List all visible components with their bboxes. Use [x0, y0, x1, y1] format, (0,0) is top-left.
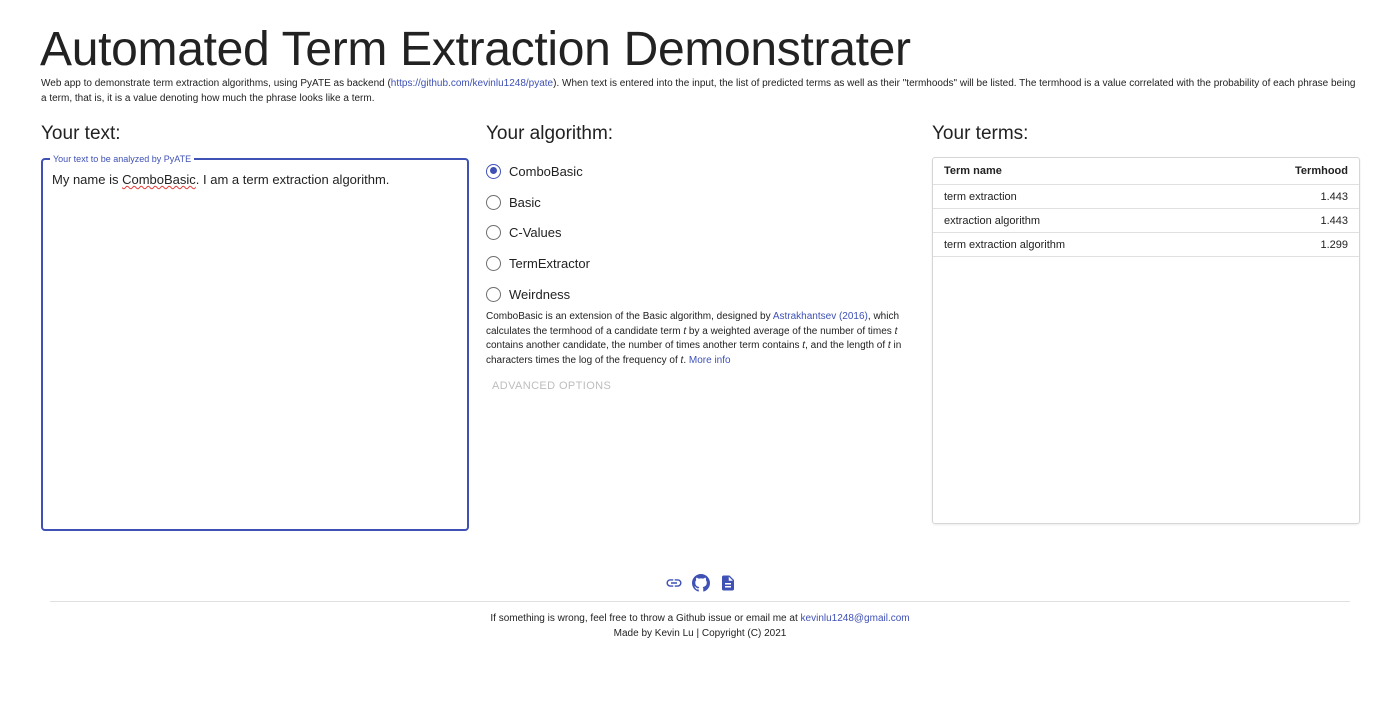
radio-label: C-Values	[509, 225, 562, 241]
terms-section-title: Your terms:	[932, 123, 1029, 144]
algorithm-radio-group: ComboBasic Basic C-Values TermExtractor …	[486, 156, 590, 309]
email-link[interactable]: kevinlu1248@gmail.com	[801, 613, 910, 624]
text-input-area[interactable]: My name is ComboBasic. I am a term extra…	[43, 160, 467, 529]
footer-copyright: Made by Kevin Lu | Copyright (C) 2021	[613, 628, 787, 639]
github-icon[interactable]	[692, 574, 710, 597]
desc-variable: t	[894, 325, 898, 337]
terms-section: Your terms: Term name Termhood term extr…	[932, 122, 1360, 524]
text-input-section: Your text: Your text to be analyzed by P…	[41, 122, 469, 531]
table-header-row: Term name Termhood	[933, 158, 1359, 185]
radio-button[interactable]	[486, 225, 501, 241]
algorithm-section-title: Your algorithm:	[486, 123, 614, 144]
table-row: extraction algorithm 1.443	[933, 209, 1359, 233]
desc-text: , and the length of	[805, 340, 888, 352]
column-header-termhood[interactable]: Termhood	[1295, 165, 1348, 177]
footer-contact-line: If something is wrong, feel free to thro…	[0, 611, 1400, 626]
pyate-repo-link[interactable]: https://github.com/kevinlu1248/pyate	[391, 78, 553, 89]
text-section-title: Your text:	[41, 123, 121, 144]
more-info-link[interactable]: More info	[689, 355, 731, 366]
advanced-options-button[interactable]: ADVANCED OPTIONS	[492, 380, 611, 392]
termhood-cell: 1.443	[1320, 190, 1348, 203]
radio-label: Weirdness	[509, 286, 571, 302]
column-header-term[interactable]: Term name	[944, 165, 1002, 177]
text-input-field[interactable]: Your text to be analyzed by PyATE My nam…	[41, 153, 469, 531]
page-title: Automated Term Extraction Demonstrater	[40, 23, 911, 76]
radio-button[interactable]	[486, 194, 501, 210]
table-row: term extraction 1.443	[933, 185, 1359, 209]
document-icon[interactable]	[719, 574, 737, 597]
footer-divider	[50, 601, 1350, 602]
footer-icon-bar	[665, 574, 737, 597]
misspelled-word: ComboBasic	[122, 172, 196, 187]
terms-table: Term name Termhood term extraction 1.443…	[932, 157, 1360, 524]
desc-text: contains another candidate, the number o…	[486, 340, 803, 352]
intro-description: Web app to demonstrate term extraction a…	[41, 76, 1359, 106]
radio-label: TermExtractor	[509, 255, 590, 271]
term-cell: extraction algorithm	[944, 214, 1040, 227]
radio-option-termextractor[interactable]: TermExtractor	[486, 248, 590, 279]
radio-option-basic[interactable]: Basic	[486, 187, 590, 218]
radio-button[interactable]	[486, 255, 501, 271]
algorithm-section: Your algorithm: ComboBasic Basic C-Value…	[486, 122, 916, 392]
algorithm-description: ComboBasic is an extension of the Basic …	[486, 310, 916, 368]
term-cell: term extraction algorithm	[944, 238, 1066, 251]
desc-text: by a weighted average of the number of t…	[686, 325, 895, 337]
intro-text-start: Web app to demonstrate term extraction a…	[41, 78, 391, 89]
termhood-cell: 1.299	[1320, 238, 1348, 251]
radio-option-c-values[interactable]: C-Values	[486, 217, 590, 248]
footer: If something is wrong, feel free to thro…	[0, 611, 1400, 641]
termhood-cell: 1.443	[1320, 214, 1348, 227]
radio-option-combobasic[interactable]: ComboBasic	[486, 156, 590, 187]
text-value-end: . I am a term extraction algorithm.	[195, 172, 390, 187]
text-value-start: My name is	[52, 172, 123, 187]
radio-label: ComboBasic	[509, 163, 583, 179]
term-cell: term extraction	[944, 190, 1017, 203]
radio-button[interactable]	[486, 286, 501, 302]
table-row: term extraction algorithm 1.299	[933, 233, 1359, 257]
link-icon[interactable]	[665, 574, 683, 597]
radio-button[interactable]	[486, 163, 501, 179]
radio-option-weirdness[interactable]: Weirdness	[486, 279, 590, 310]
footer-contact-text: If something is wrong, feel free to thro…	[490, 613, 801, 624]
desc-text: ComboBasic is an extension of the Basic …	[486, 311, 773, 322]
citation-link[interactable]: Astrakhantsev (2016)	[773, 311, 868, 322]
radio-label: Basic	[509, 194, 541, 210]
